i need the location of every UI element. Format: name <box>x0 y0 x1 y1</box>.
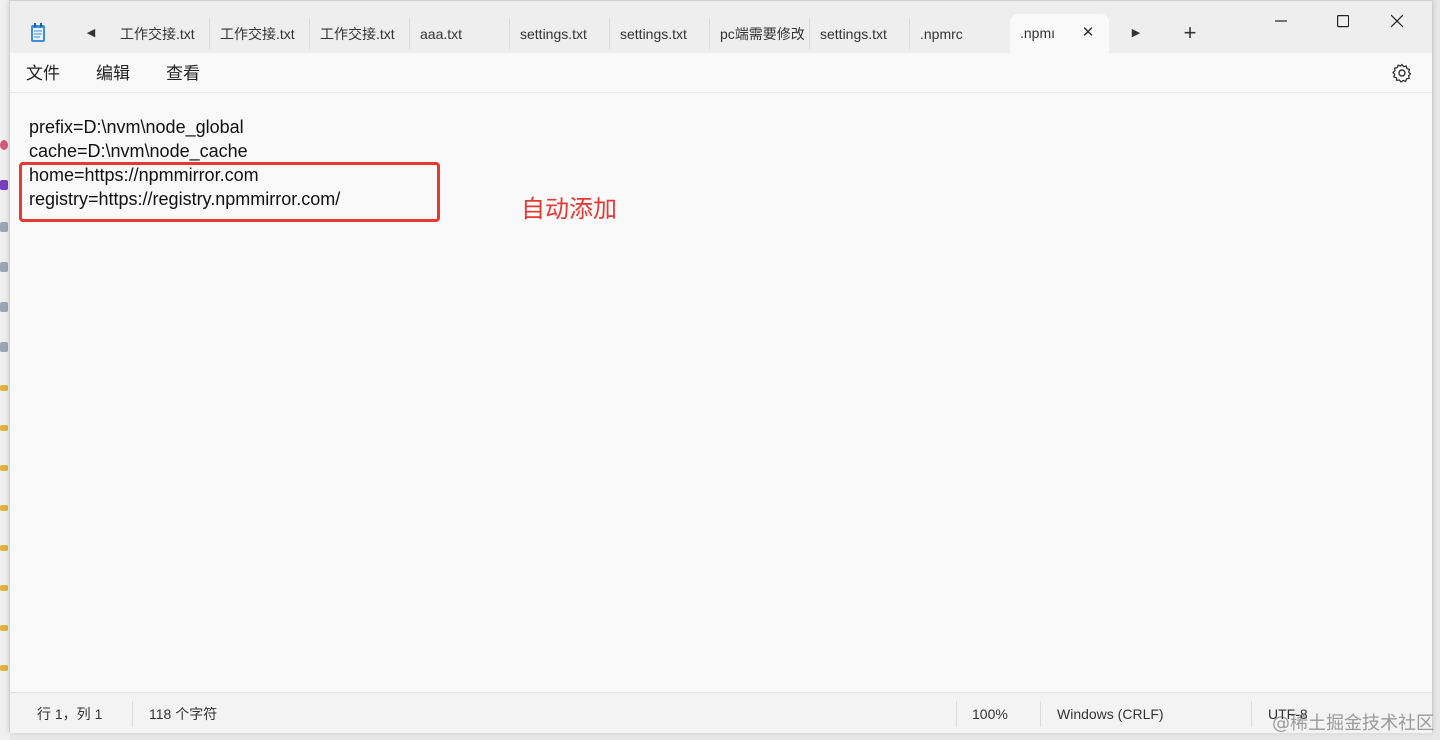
tab-6[interactable]: pc端需要修改 <box>710 19 810 49</box>
desktop-icon <box>0 545 8 551</box>
triangle-left-icon[interactable]: ◀ <box>83 25 99 41</box>
desktop-icon <box>0 262 8 272</box>
annotation-text: 自动添加 <box>521 196 617 223</box>
highlight-box <box>19 162 440 222</box>
zoom-level[interactable]: 100% <box>972 705 1008 723</box>
editor-line: cache=D:\nvm\node_cache <box>29 141 248 161</box>
desktop-icon <box>0 505 8 511</box>
desktop-icon <box>0 465 8 471</box>
menu-bar: 文件 编辑 查看 <box>10 53 1432 93</box>
tab-5[interactable]: settings.txt <box>610 19 710 49</box>
tab-3[interactable]: aaa.txt <box>410 19 510 49</box>
status-divider <box>1251 701 1252 727</box>
menu-edit[interactable]: 编辑 <box>96 63 130 85</box>
vertical-scrollbar[interactable] <box>1420 94 1432 692</box>
character-count: 118 个字符 <box>149 706 218 722</box>
desktop-icon <box>0 222 8 232</box>
tab-4[interactable]: settings.txt <box>510 19 610 49</box>
desktop-icon <box>0 180 8 190</box>
text-editor[interactable]: prefix=D:\nvm\node_global cache=D:\nvm\n… <box>10 94 1432 692</box>
desktop-icon <box>0 585 8 591</box>
line-ending[interactable]: Windows (CRLF) <box>1057 705 1164 723</box>
editor-line: prefix=D:\nvm\node_global <box>29 117 244 137</box>
close-icon[interactable]: ✕ <box>1081 25 1095 40</box>
desktop-icon <box>0 302 8 312</box>
menu-view[interactable]: 查看 <box>166 63 200 85</box>
desktop-icon <box>0 665 8 671</box>
tab-bar: ◀ 工作交接.txt 工作交接.txt 工作交接.txt aaa.txt set… <box>10 1 1432 53</box>
desktop-icon <box>0 140 8 150</box>
status-divider <box>956 701 957 727</box>
tab-0[interactable]: 工作交接.txt <box>110 19 210 49</box>
desktop-icon <box>0 625 8 631</box>
triangle-right-icon[interactable]: ▶ <box>1128 25 1144 41</box>
status-divider <box>132 701 133 727</box>
tab-1[interactable]: 工作交接.txt <box>210 19 310 49</box>
notepad-window: ◀ 工作交接.txt 工作交接.txt 工作交接.txt aaa.txt set… <box>9 0 1433 733</box>
cursor-position: 行 1，列 1 <box>37 706 103 722</box>
gear-icon[interactable] <box>1392 63 1412 83</box>
minimize-icon[interactable] <box>1258 7 1304 35</box>
plus-icon[interactable]: + <box>1180 22 1200 44</box>
status-bar: 行 1，列 1 118 个字符 100% Windows (CRLF) UTF-… <box>10 692 1432 733</box>
menu-file[interactable]: 文件 <box>26 63 60 85</box>
desktop-icon <box>0 342 8 352</box>
maximize-icon[interactable] <box>1320 7 1366 35</box>
tab-7[interactable]: settings.txt <box>810 19 910 49</box>
tab-8[interactable]: .npmrc <box>910 19 1010 49</box>
close-window-icon[interactable] <box>1374 7 1420 35</box>
status-divider <box>1040 701 1041 727</box>
desktop-icon <box>0 425 8 431</box>
desktop-icon <box>0 385 8 391</box>
notepad-icon <box>30 23 46 43</box>
watermark: @稀土掘金技术社区 <box>1272 713 1434 734</box>
tab-2[interactable]: 工作交接.txt <box>310 19 410 49</box>
tab-active-label: .npmı <box>1020 25 1056 41</box>
